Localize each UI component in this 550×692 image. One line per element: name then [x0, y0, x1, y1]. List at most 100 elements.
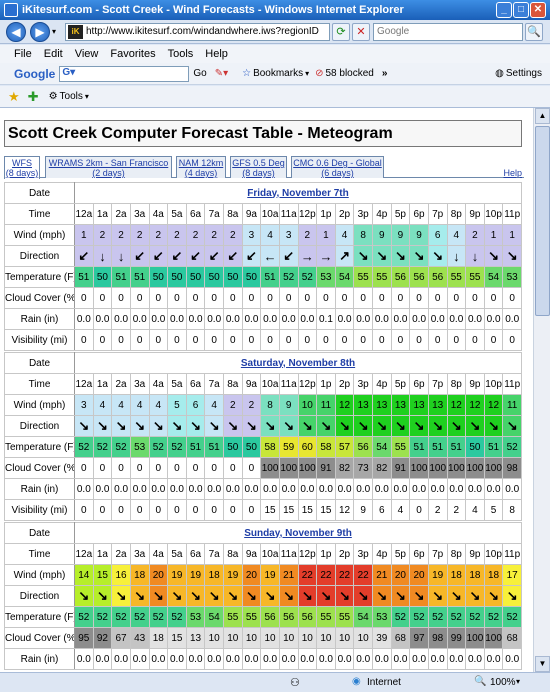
table-row: Date Saturday, November 8th — [4, 352, 522, 374]
close-button[interactable]: ✕ — [530, 2, 546, 18]
table-row: Wind (mph) 3 4 4 4 4 5 6 4 2 2 8 9 10 11 12 13 13 13 13 13 12… — [4, 394, 522, 416]
time-cell: 2p — [334, 373, 355, 395]
temperature-cell: 52 — [465, 606, 485, 628]
temperature-cell: 52 — [278, 266, 299, 288]
wind-cell: 17 — [502, 564, 522, 586]
minimize-button[interactable]: _ — [496, 2, 512, 18]
settings-button[interactable]: Settings — [506, 68, 542, 79]
temperature-cell: 52 — [129, 606, 150, 628]
tab-wfs[interactable]: WFS (8 days) — [4, 156, 40, 179]
page-title: Scott Creek Computer Forecast Table - Me… — [4, 120, 522, 147]
temperature-cell: 56 — [278, 606, 299, 628]
tools-button[interactable]: Tools — [60, 91, 83, 102]
maximize-button[interactable]: □ — [513, 2, 529, 18]
rain-cell: 0.1 — [316, 308, 336, 330]
toolbar-options-icon[interactable]: ✎▾ — [215, 68, 228, 79]
menu-tools[interactable]: Tools — [168, 48, 194, 60]
temperature-cell: 52 — [483, 606, 504, 628]
stop-button[interactable]: ✕ — [352, 23, 370, 41]
tab-wrams[interactable]: WRAMS 2km - San Francisco (2 days) — [45, 156, 172, 178]
search-input[interactable]: Google — [373, 23, 523, 41]
scroll-down-icon[interactable]: ▼ — [535, 656, 550, 672]
wind-cell: 22 — [316, 564, 336, 586]
zoom-dropdown-icon[interactable]: ▾ — [516, 677, 520, 686]
menu-view[interactable]: View — [75, 48, 99, 60]
temperature-cell: 55 — [372, 266, 392, 288]
back-button[interactable]: ◀ — [6, 22, 26, 42]
day-link[interactable]: Sunday, November 9th — [244, 528, 352, 539]
more-chevron-icon[interactable]: » — [382, 68, 388, 79]
tab-gfs[interactable]: GFS 0.5 Deg (8 days) — [230, 156, 287, 178]
zoom-level[interactable]: 100% — [490, 677, 516, 688]
wind-cell: 18 — [483, 564, 504, 586]
scroll-thumb[interactable] — [535, 126, 550, 316]
cloud-cell: 0 — [74, 287, 94, 309]
help-link[interactable]: Help — [503, 168, 522, 178]
temperature-cell: 55 — [241, 606, 262, 628]
wind-cell: 2 — [223, 394, 243, 416]
wind-cell: 8 — [260, 394, 280, 416]
direction-arrow-icon: ↘ — [502, 415, 522, 437]
add-favorite-icon[interactable]: ✚ — [28, 89, 39, 105]
wind-cell: 16 — [111, 564, 131, 586]
bookmarks-button[interactable]: Bookmarks — [253, 68, 303, 79]
wind-cell: 15 — [92, 564, 113, 586]
search-go-icon[interactable]: 🔍 — [525, 23, 543, 41]
menu-favorites[interactable]: Favorites — [110, 48, 155, 60]
row-label: Rain (in) — [4, 478, 75, 500]
tab-label: GFS 0.5 Deg — [232, 158, 285, 168]
direction-arrow-icon: ↙ — [278, 245, 299, 267]
bookmarks-dropdown-icon[interactable]: ▾ — [305, 69, 309, 78]
menu-edit[interactable]: Edit — [44, 48, 63, 60]
time-cell: 9p — [465, 373, 485, 395]
day-link[interactable]: Saturday, November 8th — [241, 358, 355, 369]
table-row: Cloud Cover (%) 95 92 67 43 18 15 13 10 10 10 10 10 1… — [4, 627, 522, 649]
wind-cell: 3 — [241, 224, 262, 246]
wind-cell: 2 — [92, 224, 113, 246]
rain-cell: 0.0 — [316, 478, 336, 500]
direction-arrow-icon: ↘ — [372, 415, 392, 437]
table-row: Wind (mph) 1 2 2 2 2 2 2 2 2 3 4 3 2 1 4 8 9 9 9 6 4 2 1 1 — [4, 224, 522, 246]
time-cell: 4p — [372, 373, 392, 395]
tab-nam[interactable]: NAM 12km (4 days) — [176, 156, 226, 178]
google-search-input[interactable]: G▾ — [59, 65, 190, 82]
direction-arrow-icon: ↓ — [92, 245, 113, 267]
visibility-cell: 0 — [372, 329, 392, 351]
wind-cell: 20 — [409, 564, 429, 586]
popup-blocked-count[interactable]: 58 blocked — [325, 68, 373, 79]
day-link[interactable]: Friday, November 7th — [247, 188, 349, 199]
tab-cmc[interactable]: CMC 0.6 Deg - Global (6 days) — [291, 156, 384, 178]
menu-help[interactable]: Help — [205, 48, 228, 60]
temperature-cell: 53 — [502, 266, 522, 288]
google-go-button[interactable]: Go — [193, 68, 206, 79]
rain-cell: 0.0 — [446, 648, 467, 670]
history-dropdown-icon[interactable]: ▾ — [52, 27, 56, 36]
rain-cell: 0.0 — [111, 478, 131, 500]
menu-file[interactable]: File — [14, 48, 32, 60]
wind-cell: 1 — [502, 224, 522, 246]
time-cell: 8a — [223, 203, 243, 225]
cloud-cell: 10 — [260, 627, 280, 649]
rain-cell: 0.0 — [241, 648, 262, 670]
direction-arrow-icon: ↘ — [427, 585, 448, 607]
table-row: Date Sunday, November 9th — [4, 522, 522, 544]
address-input[interactable]: iK http://www.ikitesurf.com/windandwhere… — [65, 23, 330, 41]
scroll-up-icon[interactable]: ▲ — [535, 108, 550, 124]
favorites-star-icon[interactable]: ★ — [8, 89, 20, 105]
temperature-cell: 51 — [185, 436, 206, 458]
forward-button[interactable]: ▶ — [30, 22, 50, 42]
tools-dropdown-icon[interactable]: ▾ — [85, 92, 89, 101]
tab-label: WRAMS 2km - San Francisco — [48, 158, 169, 168]
refresh-button[interactable]: ⟳ — [332, 23, 350, 41]
row-label: Visibility (mi) — [4, 499, 75, 521]
row-label: Rain (in) — [4, 308, 75, 330]
temperature-cell: 59 — [278, 436, 299, 458]
direction-arrow-icon: → — [316, 245, 336, 267]
row-label: Temperature (F) — [4, 436, 75, 458]
security-lock-icon: ⚇ — [290, 677, 300, 689]
vertical-scrollbar[interactable]: ▲ ▼ — [533, 108, 550, 672]
table-row: Date Friday, November 7th — [4, 182, 522, 204]
wind-cell: 19 — [260, 564, 280, 586]
rain-cell: 0.0 — [297, 648, 318, 670]
wind-cell: 19 — [167, 564, 187, 586]
